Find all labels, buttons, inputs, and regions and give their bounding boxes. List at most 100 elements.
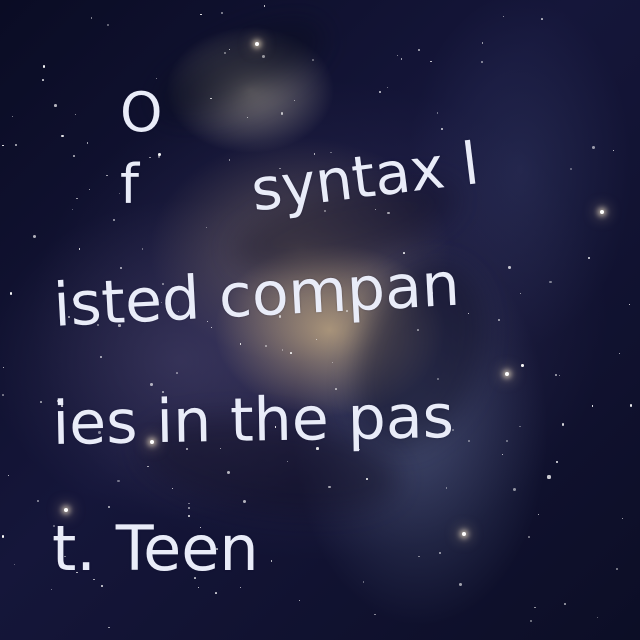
star	[281, 349, 284, 352]
star	[198, 586, 200, 589]
star	[549, 280, 553, 284]
star	[61, 135, 64, 138]
star	[459, 582, 463, 586]
star	[150, 383, 153, 387]
star	[556, 461, 558, 463]
caption-line-6: t. Teen	[52, 512, 259, 585]
star	[366, 478, 368, 480]
star	[597, 616, 599, 618]
star	[157, 152, 161, 156]
star	[107, 23, 110, 26]
star	[547, 475, 551, 479]
star	[239, 343, 242, 345]
star	[621, 518, 624, 520]
star	[221, 11, 224, 14]
star	[13, 563, 16, 566]
star	[591, 405, 593, 407]
star	[618, 352, 620, 355]
star	[506, 440, 509, 443]
star	[480, 60, 484, 64]
star	[108, 626, 110, 629]
star	[629, 403, 633, 407]
star	[175, 372, 178, 375]
star	[290, 351, 293, 354]
star	[481, 42, 484, 44]
star	[113, 218, 116, 221]
star	[188, 502, 190, 505]
star	[8, 474, 10, 476]
star	[71, 208, 74, 211]
star	[519, 292, 521, 294]
star	[418, 555, 420, 558]
star	[570, 168, 572, 171]
bright-star	[462, 532, 466, 536]
star	[247, 116, 249, 118]
star	[205, 227, 207, 229]
star	[229, 159, 231, 161]
star	[11, 116, 13, 118]
star	[3, 367, 5, 369]
star	[40, 400, 42, 403]
star	[521, 363, 525, 367]
star	[171, 487, 174, 489]
star	[263, 5, 266, 7]
star	[42, 79, 44, 82]
star	[149, 156, 151, 159]
star	[117, 479, 120, 482]
star	[265, 344, 268, 347]
star	[513, 488, 517, 492]
bright-star	[255, 42, 259, 46]
star	[281, 112, 284, 115]
star	[54, 103, 57, 107]
star	[188, 506, 190, 509]
star	[270, 560, 272, 562]
star	[227, 470, 231, 474]
star	[400, 58, 403, 60]
star	[591, 145, 595, 149]
star	[298, 599, 301, 602]
star	[519, 425, 521, 427]
star	[1, 535, 5, 538]
star	[497, 319, 500, 322]
star	[612, 149, 614, 151]
bright-star	[600, 210, 604, 214]
star	[101, 585, 103, 587]
star	[2, 144, 4, 147]
star	[74, 114, 76, 116]
star	[564, 602, 566, 605]
star	[362, 581, 365, 583]
star	[32, 234, 36, 238]
star	[214, 591, 217, 594]
star	[294, 99, 296, 101]
star	[147, 465, 149, 468]
star	[315, 338, 318, 340]
star	[156, 77, 158, 79]
star	[9, 292, 13, 295]
star	[418, 48, 421, 51]
star	[507, 266, 511, 270]
star	[374, 613, 377, 616]
nebula-background: O f syntax l isted compan ies in the pas…	[0, 0, 640, 640]
bright-star	[505, 372, 509, 376]
caption-line-1: O	[120, 81, 163, 144]
star	[537, 514, 539, 516]
star	[417, 329, 419, 331]
star	[588, 256, 591, 259]
star	[615, 568, 618, 571]
star	[528, 536, 530, 538]
caption-line-5: ies in the pas	[51, 381, 455, 459]
star	[430, 60, 432, 63]
star	[90, 16, 93, 19]
star	[14, 144, 17, 147]
star	[503, 15, 505, 17]
star	[387, 87, 389, 89]
star	[312, 59, 315, 61]
star	[108, 506, 111, 509]
star	[42, 65, 46, 68]
star	[541, 18, 544, 21]
star	[378, 91, 381, 94]
star	[331, 362, 334, 364]
caption-line-2: f	[120, 153, 140, 216]
star	[141, 248, 144, 250]
star	[439, 551, 442, 554]
